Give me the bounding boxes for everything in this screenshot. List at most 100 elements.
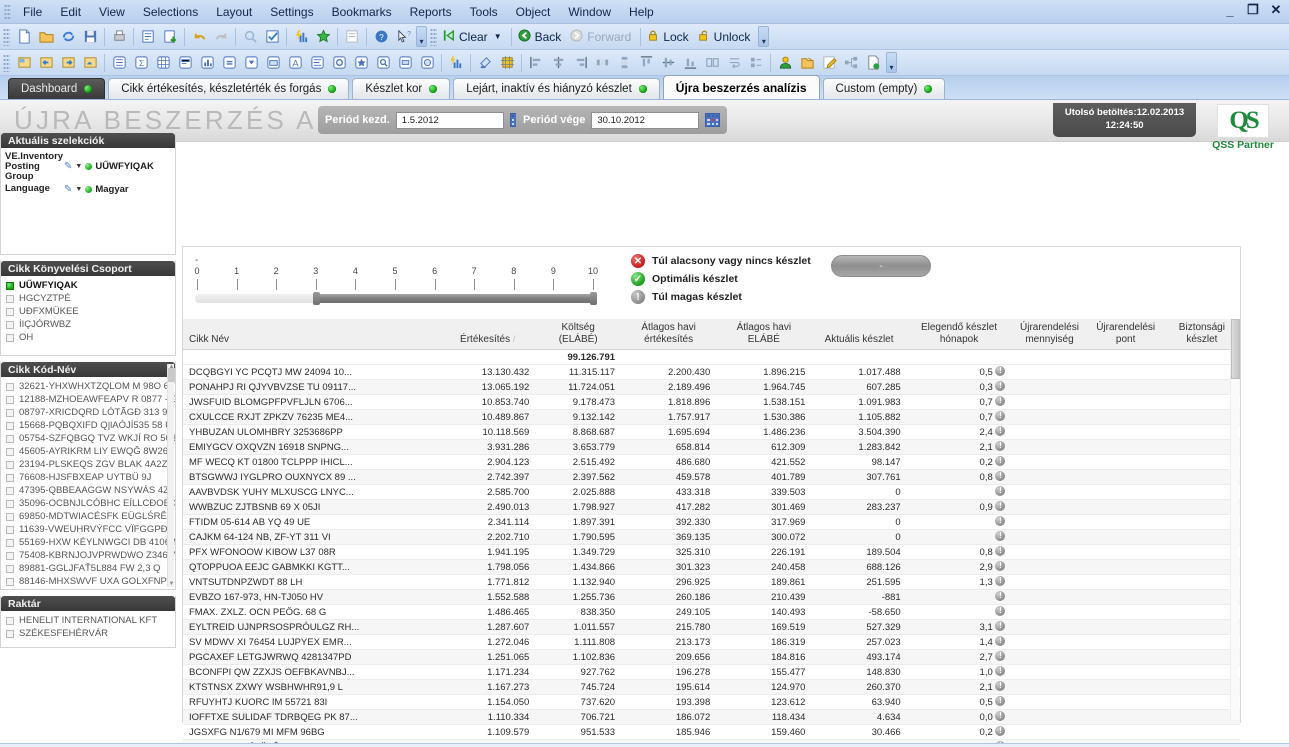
distribute-horizontal-icon[interactable]: [591, 52, 613, 73]
note-icon[interactable]: [341, 26, 363, 47]
list-item[interactable]: UĐFXMÜKEE: [1, 305, 175, 318]
toolbar-grip-1[interactable]: [3, 27, 10, 46]
selection-row[interactable]: VE.Inventory Posting Group ✎ ▼ UŰWFYIQAK: [1, 151, 175, 183]
align-top-icon[interactable]: [635, 52, 657, 73]
minimize-icon[interactable]: _: [1223, 3, 1237, 18]
custom-object-icon[interactable]: [416, 52, 438, 73]
period-start-input[interactable]: 1.5.2012: [395, 111, 504, 129]
col-ertekesites[interactable]: Értékesítés /: [440, 319, 536, 350]
checkbox-icon[interactable]: [6, 294, 14, 303]
button-object-icon[interactable]: [394, 52, 416, 73]
list-item[interactable]: 23194-PLSKEQS ZGV BLAK 4A2Z5 2,7 ...: [1, 458, 175, 471]
list-item[interactable]: HGCYZTPĖ: [1, 292, 175, 305]
align-middle-icon[interactable]: [657, 52, 679, 73]
col-biztonsagi-keszlet[interactable]: Biztonsági készlet: [1163, 319, 1240, 350]
menu-edit[interactable]: Edit: [51, 2, 90, 22]
table-row[interactable]: KTSTNSX ZXWY WSBHWHR91,9 L 1.167.273 745.7…: [183, 679, 1240, 695]
same-size-icon[interactable]: [701, 52, 723, 73]
help-pointer-icon[interactable]: ?: [392, 26, 414, 47]
table-row[interactable]: PGCAXEF LETGJWRWQ 4281347PD 1.251.065 1.10…: [183, 649, 1240, 665]
search-object-icon[interactable]: [372, 52, 394, 73]
toolbar-overflow-1[interactable]: ▾: [416, 26, 427, 47]
list-item[interactable]: 88146-MHXSWVF UXA GOLXFNP 74...: [1, 575, 175, 588]
table-row[interactable]: IOFFTXE SULIDAF TDRBQEG PK 87... 1.110.33…: [183, 709, 1240, 725]
table-row[interactable]: RFUYHTJ KUORC IM 55721 83I 1.154.050 737.6…: [183, 694, 1240, 710]
tab-dashboard[interactable]: Dashboard: [8, 78, 106, 99]
table-row[interactable]: EVBZO 167-973, HN-TJ050 HV 1.552.588 1.255…: [183, 589, 1240, 605]
table-row[interactable]: NLRTTPOM NÍDÜFÛ804 92 Y989.127649.985165…: [183, 739, 1240, 743]
dropdown-box-icon[interactable]: [240, 52, 262, 73]
table-row[interactable]: YHBUZAN ULOMHBRY 3253686PP 10.118.569 8.86…: [183, 424, 1240, 440]
format-painter-icon[interactable]: [474, 52, 496, 73]
checkbox-icon[interactable]: [6, 629, 14, 638]
line-object-icon[interactable]: [306, 52, 328, 73]
list-box-icon[interactable]: [108, 52, 130, 73]
calendar-icon[interactable]: [705, 113, 721, 127]
tab-cikk-ertekesites[interactable]: Cikk értékesítés, készletérték és forgás: [108, 78, 350, 99]
checkbox-icon[interactable]: [6, 382, 14, 391]
col-ujrarendelesi-mennyiseg[interactable]: Újrarendelési mennyiség: [1011, 319, 1088, 350]
list-item[interactable]: HENELIT INTERNATIONAL KFT: [1, 614, 175, 627]
list-item[interactable]: 45605-AYRIKRM LIY EWQĞ 8W264 4...: [1, 445, 175, 458]
list-item[interactable]: 76608-HJSFBXEAP UYTBÜ 9J: [1, 471, 175, 484]
toolbar-overflow-3[interactable]: ▾: [886, 52, 897, 73]
chevron-down-icon[interactable]: ▼: [75, 186, 82, 193]
next-sheet-icon[interactable]: [57, 52, 79, 73]
col-aktualis-keszlet[interactable]: Aktuális készlet: [811, 319, 907, 350]
toolbar-overflow-2[interactable]: ▾: [758, 26, 770, 47]
checkbox-icon[interactable]: [6, 281, 14, 290]
col-elegendo-keszlet-honapok[interactable]: Elegendő készlet hónapok: [906, 319, 1012, 350]
checkbox-icon[interactable]: [6, 421, 14, 430]
menu-bookmarks[interactable]: Bookmarks: [323, 2, 401, 22]
list-item[interactable]: İIÇJÓRWBZ: [1, 318, 175, 331]
menu-reports[interactable]: Reports: [401, 2, 461, 22]
unlock-button[interactable]: Unlock: [695, 28, 757, 46]
checkbox-icon[interactable]: [6, 447, 14, 456]
wrap-icon[interactable]: [723, 52, 745, 73]
toolbar-grip-3[interactable]: [3, 53, 10, 72]
checkbox-icon[interactable]: [6, 538, 14, 547]
container-box-icon[interactable]: [262, 52, 284, 73]
table-row[interactable]: WWBZUC ZJTBSNB 69 X 05JI 2.490.013 1.798.9…: [183, 499, 1240, 515]
list-item[interactable]: 15668-PQBQXIFD Q|lAÓJÍ535 58 U: [1, 419, 175, 432]
open-file-icon[interactable]: [796, 52, 818, 73]
menu-settings[interactable]: Settings: [261, 2, 322, 22]
multi-box-icon[interactable]: [174, 52, 196, 73]
checkbox-icon[interactable]: [6, 408, 14, 417]
print-icon[interactable]: [108, 26, 130, 47]
edit-pencil-icon[interactable]: ✎: [64, 184, 72, 195]
bookmark-object-icon[interactable]: [350, 52, 372, 73]
open-folder-icon[interactable]: [35, 26, 57, 47]
checkbox-icon[interactable]: [6, 486, 14, 495]
table-row[interactable]: CXULCCE RXJT ZPKZV 76235 ME4... 10.489.86…: [183, 409, 1240, 425]
menu-window[interactable]: Window: [559, 2, 620, 22]
table-row[interactable]: EMIYGCV OXQVZN 16918 SNPNG... 3.931.286 3.…: [183, 439, 1240, 455]
slider-handle-start[interactable]: [312, 292, 320, 305]
favorite-star-icon[interactable]: [312, 26, 334, 47]
checkbox-icon[interactable]: [6, 333, 14, 342]
table-row[interactable]: PONAHPJ RI QJYVBVZSE TU 09117... 13.065.1…: [183, 379, 1240, 395]
align-right-icon[interactable]: [569, 52, 591, 73]
user-icon[interactable]: [774, 52, 796, 73]
toolbar-grip-2[interactable]: [430, 27, 437, 46]
table-row[interactable]: QTOPPUOA EEJC GABMKKI KGTT... 1.798.056 1.…: [183, 559, 1240, 575]
help-icon[interactable]: ?: [370, 26, 392, 47]
table-row[interactable]: MF WECQ KT 01800 TCLPPP IHICL... 2.904.12…: [183, 454, 1240, 470]
col-atlagos-havi-elabe[interactable]: Átlagos havi ELÁBÉ: [716, 319, 812, 350]
clear-button[interactable]: Clear ▼: [440, 28, 508, 46]
table-row[interactable]: DCQBGYI YC PCQTJ MW 24094 10... 13.130.43…: [183, 364, 1240, 380]
table-row[interactable]: SV MDWV XI 76454 LUJPYEX EMR... 1.272.046…: [183, 634, 1240, 650]
checkbox-icon[interactable]: [6, 307, 14, 316]
group-icon[interactable]: [745, 52, 767, 73]
filter-pill-button[interactable]: -: [831, 255, 931, 277]
text-object-icon[interactable]: A: [284, 52, 306, 73]
table-row[interactable]: CAJKM 64-124 NB, ZF-YT 311 VI 2.202.710 1.…: [183, 529, 1240, 545]
expression-box-icon[interactable]: [218, 52, 240, 73]
align-center-icon[interactable]: [547, 52, 569, 73]
table-row[interactable]: FTIDM 05-614 AB YQ 49 UE 2.341.114 1.897.3…: [183, 514, 1240, 530]
menu-help[interactable]: Help: [620, 2, 663, 22]
chart-wizard-icon[interactable]: [445, 52, 467, 73]
checkbox-icon[interactable]: [6, 577, 14, 586]
selection-row[interactable]: Language ✎ ▼ Magyar: [1, 183, 175, 196]
tab-ujra-beszerzes-analizis[interactable]: Újra beszerzés analízis: [662, 75, 820, 99]
